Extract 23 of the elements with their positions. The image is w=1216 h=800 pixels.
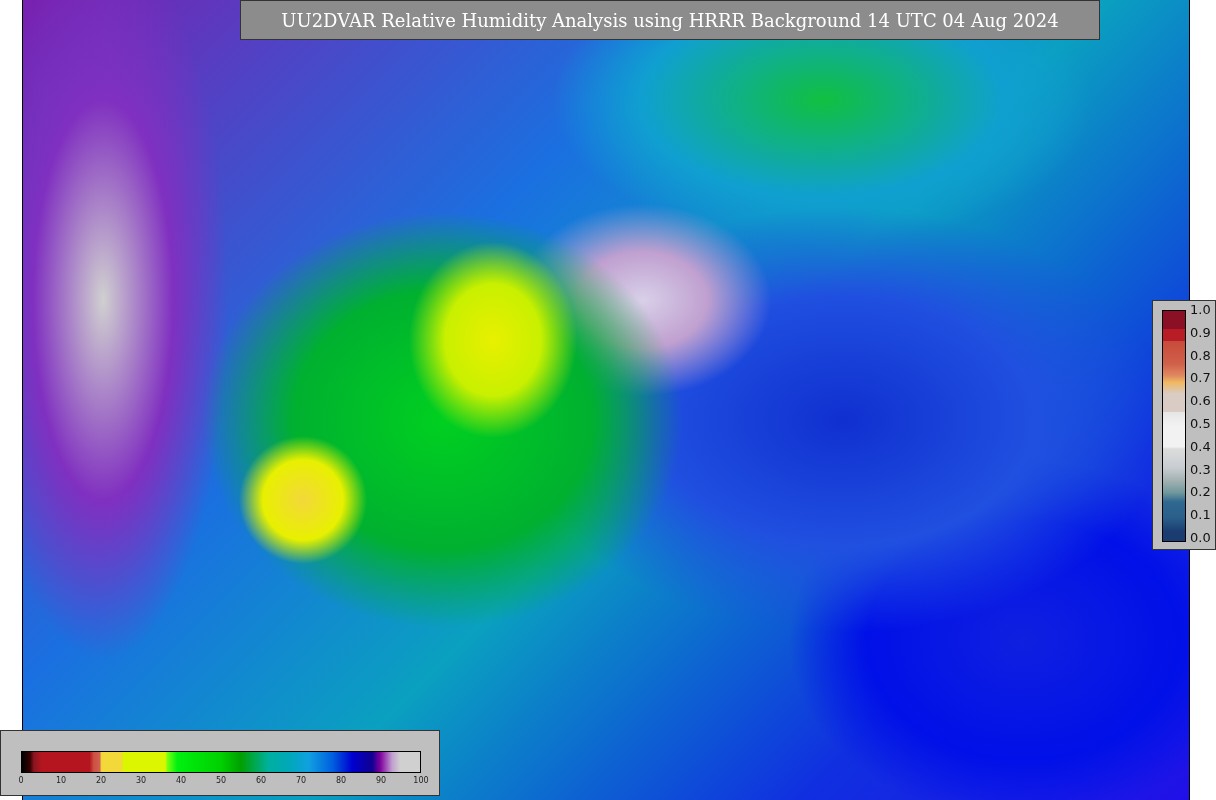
scale-tick-label: 0.1 [1190,509,1211,522]
scale-tick-label: 90 [375,776,387,785]
scale-tick-label: 0.7 [1190,372,1211,385]
scale-tick-label: 60 [255,776,267,785]
scale-tick-label: 0 [18,776,24,785]
scale-tick-label: 40 [175,776,187,785]
scale-tick-label: 100 [413,776,429,785]
scale-tick-label: 50 [215,776,227,785]
scale-tick-label: 10 [55,776,67,785]
scale-tick-label: 0.5 [1190,418,1211,430]
map-title: UU2DVAR Relative Humidity Analysis using HRRR Background 14 UTC 04 Aug 2024 [240,0,1100,40]
scale-tick-label: 0.4 [1190,440,1211,453]
scale-tick-label: 80 [335,776,347,785]
scale-tick-label: 20 [95,776,107,785]
scale-tick-label: 0.9 [1190,326,1211,339]
scale-tick-label: 1.0 [1190,304,1211,316]
scale-tick-label: 30 [135,776,147,785]
scale-tick-label: 0.0 [1190,531,1211,544]
scale-tick-label: 0.3 [1190,463,1211,476]
scale-tick-label: 70 [295,776,307,785]
scale-tick-label: 0.8 [1190,349,1211,362]
scale-tick-label: 0.2 [1190,486,1211,499]
scale-tick-label: 0.6 [1190,395,1211,408]
